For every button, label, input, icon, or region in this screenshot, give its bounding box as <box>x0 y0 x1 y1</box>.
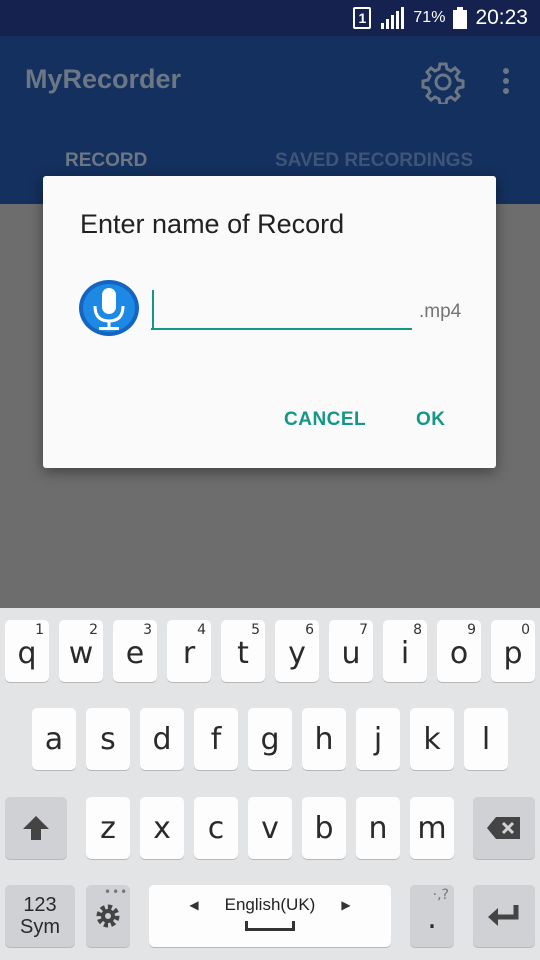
key-q[interactable]: 1q <box>5 620 49 682</box>
gear-icon <box>96 904 120 928</box>
period-key[interactable]: ·,? . <box>410 885 454 947</box>
key-n[interactable]: n <box>356 797 400 859</box>
enter-key[interactable] <box>473 885 535 947</box>
sym-key[interactable]: 123 Sym <box>5 885 75 947</box>
key-a[interactable]: a <box>32 708 76 770</box>
soft-keyboard: 1q 2w 3e 4r 5t 6y 7u 8i 9o 0p a s d f g … <box>0 608 540 960</box>
key-v[interactable]: v <box>248 797 292 859</box>
key-j[interactable]: j <box>356 708 400 770</box>
key-b[interactable]: b <box>302 797 346 859</box>
key-o[interactable]: 9o <box>437 620 481 682</box>
shift-icon <box>23 816 49 840</box>
battery-percent: 71% <box>413 9 446 26</box>
microphone-icon <box>79 280 139 336</box>
key-y[interactable]: 6y <box>275 620 319 682</box>
enter-icon <box>488 905 519 926</box>
file-extension-label: .mp4 <box>419 301 462 322</box>
key-z[interactable]: z <box>86 797 130 859</box>
key-m[interactable]: m <box>410 797 454 859</box>
sim-icon: 1 <box>353 7 372 29</box>
backspace-icon <box>487 817 520 839</box>
name-record-dialog: Enter name of Record .mp4 CANCEL OK <box>43 176 496 468</box>
key-l[interactable]: l <box>464 708 508 770</box>
key-e[interactable]: 3e <box>113 620 157 682</box>
tab-saved-recordings[interactable]: SAVED RECORDINGS <box>275 150 473 172</box>
record-name-input[interactable] <box>151 284 412 330</box>
app-title: MyRecorder <box>25 64 182 94</box>
key-u[interactable]: 7u <box>329 620 373 682</box>
cancel-button[interactable]: CANCEL <box>284 409 366 431</box>
key-c[interactable]: c <box>194 797 238 859</box>
key-w[interactable]: 2w <box>59 620 103 682</box>
ok-button[interactable]: OK <box>416 409 446 431</box>
key-g[interactable]: g <box>248 708 292 770</box>
dialog-title: Enter name of Record <box>80 209 345 239</box>
battery-icon <box>453 7 468 29</box>
status-time: 20:23 <box>475 6 528 29</box>
language-label: English(UK) <box>224 895 316 914</box>
space-icon <box>245 921 295 931</box>
signal-icon <box>381 7 405 29</box>
text-cursor <box>152 290 154 328</box>
key-t[interactable]: 5t <box>221 620 265 682</box>
key-x[interactable]: x <box>140 797 184 859</box>
settings-key[interactable]: ••• <box>86 885 130 947</box>
key-i[interactable]: 8i <box>383 620 427 682</box>
gear-icon[interactable] <box>421 60 465 104</box>
key-h[interactable]: h <box>302 708 346 770</box>
backspace-key[interactable] <box>473 797 535 859</box>
status-bar: 1 71% 20:23 <box>0 0 540 36</box>
key-f[interactable]: f <box>194 708 238 770</box>
key-r[interactable]: 4r <box>167 620 211 682</box>
more-vert-icon[interactable] <box>494 62 518 106</box>
shift-key[interactable] <box>5 797 67 859</box>
left-arrow-icon: ◀ <box>189 898 199 912</box>
right-arrow-icon: ▶ <box>341 898 351 912</box>
key-k[interactable]: k <box>410 708 454 770</box>
key-s[interactable]: s <box>86 708 130 770</box>
key-d[interactable]: d <box>140 708 184 770</box>
space-key[interactable]: ◀ English(UK) ▶ <box>149 885 391 947</box>
key-p[interactable]: 0p <box>491 620 535 682</box>
tab-record[interactable]: RECORD <box>65 150 147 172</box>
